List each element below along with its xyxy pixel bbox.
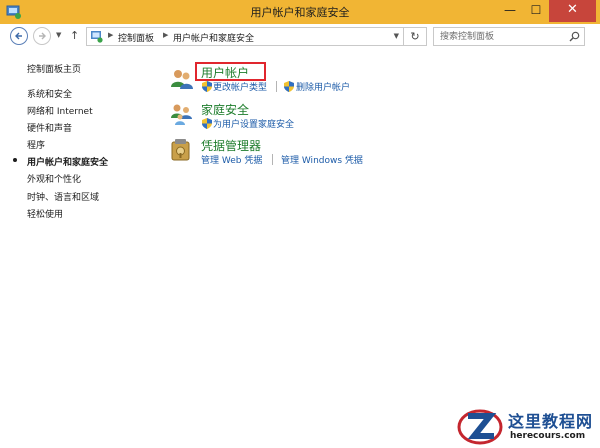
sidebar-item-network[interactable]: 网络和 Internet <box>27 104 93 117</box>
address-bar[interactable]: ▶ 控制面板 ▶ 用户帐户和家庭安全 ▼ <box>86 27 404 46</box>
watermark-text-cn: 这里教程网 <box>508 412 594 431</box>
recent-locations-dropdown[interactable]: ▼ <box>56 31 61 39</box>
title-bar: 用户帐户和家庭安全 — ☐ ✕ <box>0 0 600 24</box>
credential-manager-icon[interactable] <box>170 138 192 162</box>
shield-icon <box>284 81 294 92</box>
watermark-logo-icon <box>457 409 503 445</box>
category-title-user-accounts[interactable]: 用户帐户 <box>201 64 249 81</box>
sidebar-item-system-security[interactable]: 系统和安全 <box>27 87 72 100</box>
current-page-bullet <box>13 158 17 162</box>
address-history-dropdown[interactable]: ▼ <box>394 32 399 40</box>
link-delete-user-account[interactable]: 删除用户帐户 <box>296 80 350 93</box>
sidebar-item-home[interactable]: 控制面板主页 <box>27 62 81 75</box>
back-button[interactable] <box>10 27 28 45</box>
watermark: 这里教程网 herecours.com <box>451 404 600 448</box>
category-title-family-safety[interactable]: 家庭安全 <box>201 101 249 118</box>
shield-icon <box>202 118 212 129</box>
link-manage-web-credentials[interactable]: 管理 Web 凭据 <box>201 153 262 166</box>
refresh-button[interactable]: ↻ <box>404 27 427 46</box>
back-arrow-icon <box>15 32 22 40</box>
up-arrow-icon: ↑ <box>70 29 80 42</box>
watermark-text-en: herecours.com <box>510 431 586 441</box>
search-box[interactable] <box>433 27 585 46</box>
sidebar-item-user-accounts[interactable]: 用户帐户和家庭安全 <box>27 155 108 168</box>
link-change-account-type[interactable]: 更改帐户类型 <box>213 80 267 93</box>
navigation-bar: ▼ ↑ ▶ 控制面板 ▶ 用户帐户和家庭安全 ▼ ↻ <box>0 24 600 48</box>
up-button[interactable]: ↑ <box>70 29 79 42</box>
sidebar-item-appearance[interactable]: 外观和个性化 <box>27 172 81 185</box>
refresh-icon: ↻ <box>410 30 420 43</box>
breadcrumb-separator[interactable]: ▶ <box>108 31 113 39</box>
sidebar-item-hardware-sound[interactable]: 硬件和声音 <box>27 121 72 134</box>
minimize-button[interactable]: — <box>497 0 523 22</box>
shield-icon <box>202 81 212 92</box>
search-icon <box>569 31 580 42</box>
link-separator <box>276 81 277 92</box>
sidebar-item-programs[interactable]: 程序 <box>27 138 45 151</box>
sidebar-item-clock-language[interactable]: 时钟、语言和区域 <box>27 190 99 203</box>
search-input[interactable] <box>440 30 565 43</box>
link-manage-windows-credentials[interactable]: 管理 Windows 凭据 <box>281 153 363 166</box>
category-title-credential-manager[interactable]: 凭据管理器 <box>201 137 261 154</box>
close-button[interactable]: ✕ <box>549 0 596 22</box>
sidebar-item-ease-of-access[interactable]: 轻松使用 <box>27 207 63 220</box>
control-panel-small-icon <box>91 31 103 43</box>
breadcrumb-separator[interactable]: ▶ <box>163 31 168 39</box>
forward-arrow-icon <box>39 32 46 40</box>
forward-button[interactable] <box>33 27 51 45</box>
user-accounts-icon[interactable] <box>170 67 194 91</box>
maximize-button[interactable]: ☐ <box>523 0 549 22</box>
family-safety-icon[interactable] <box>170 102 194 126</box>
link-separator <box>272 154 273 165</box>
breadcrumb-control-panel[interactable]: 控制面板 <box>118 31 154 44</box>
link-setup-family-safety[interactable]: 为用户设置家庭安全 <box>213 117 294 130</box>
breadcrumb-current[interactable]: 用户帐户和家庭安全 <box>173 31 254 44</box>
